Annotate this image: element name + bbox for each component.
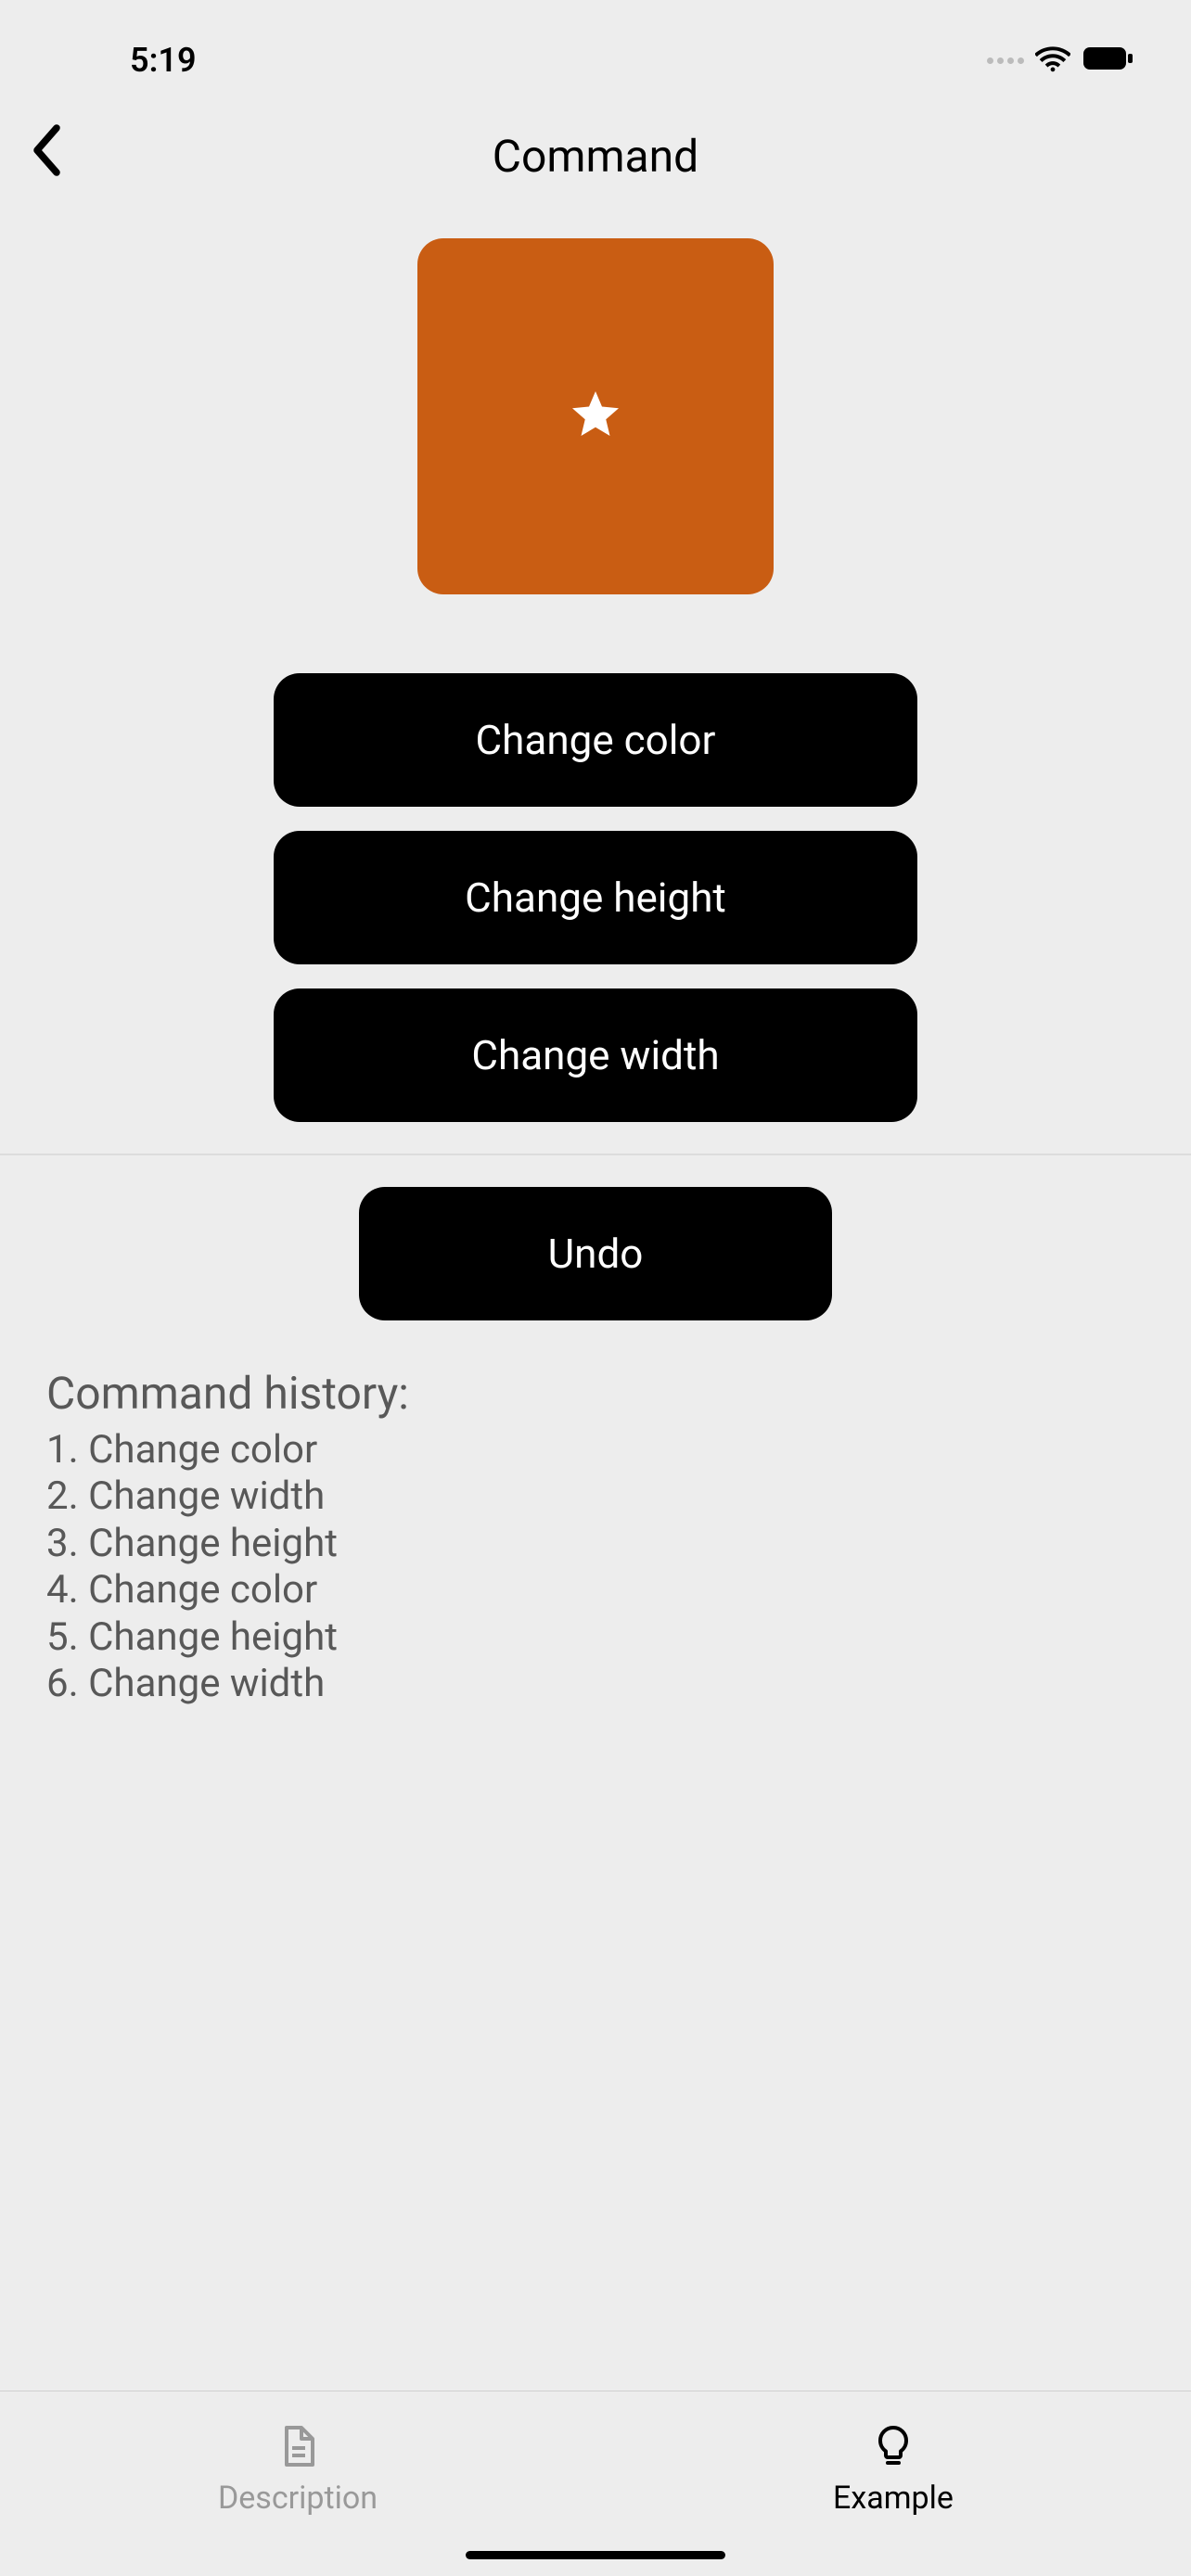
home-indicator[interactable] bbox=[466, 2551, 725, 2559]
battery-icon bbox=[1082, 45, 1135, 75]
history-item: 5. Change height bbox=[46, 1614, 1145, 1661]
tab-bar: Description Example bbox=[0, 2391, 1191, 2576]
back-button[interactable] bbox=[28, 122, 63, 182]
action-buttons: Change color Change height Change width bbox=[46, 673, 1145, 1122]
tab-label: Example bbox=[833, 2480, 954, 2517]
lightbulb-icon bbox=[871, 2424, 916, 2472]
tab-example[interactable]: Example bbox=[596, 2391, 1191, 2576]
chevron-left-icon bbox=[28, 122, 63, 178]
navigation-header: Command bbox=[0, 93, 1191, 210]
history-item: 6. Change width bbox=[46, 1661, 1145, 1707]
tab-description[interactable]: Description bbox=[0, 2391, 596, 2576]
wifi-icon bbox=[1035, 45, 1070, 76]
history-item: 3. Change height bbox=[46, 1521, 1145, 1567]
status-bar: 5:19 bbox=[0, 0, 1191, 93]
history-title: Command history: bbox=[46, 1367, 1145, 1420]
star-icon bbox=[568, 387, 623, 446]
status-indicators bbox=[987, 45, 1135, 76]
tab-label: Description bbox=[218, 2480, 378, 2517]
page-title: Command bbox=[493, 130, 699, 183]
main-content: Change color Change height Change width … bbox=[0, 238, 1191, 1707]
change-height-button[interactable]: Change height bbox=[274, 831, 917, 964]
history-item: 1. Change color bbox=[46, 1427, 1145, 1473]
undo-button[interactable]: Undo bbox=[359, 1187, 832, 1320]
change-width-button[interactable]: Change width bbox=[274, 988, 917, 1122]
document-icon bbox=[275, 2424, 320, 2472]
change-color-button[interactable]: Change color bbox=[274, 673, 917, 807]
cellular-dots-icon bbox=[987, 57, 1024, 64]
shape-box bbox=[417, 238, 774, 594]
history-item: 4. Change color bbox=[46, 1567, 1145, 1613]
undo-section: Undo bbox=[46, 1187, 1145, 1320]
history-list: 1. Change color 2. Change width 3. Chang… bbox=[46, 1427, 1145, 1707]
divider bbox=[0, 1154, 1191, 1155]
history-item: 2. Change width bbox=[46, 1473, 1145, 1520]
history-section: Command history: 1. Change color 2. Chan… bbox=[46, 1367, 1145, 1707]
status-time: 5:19 bbox=[130, 41, 197, 80]
shape-container bbox=[46, 238, 1145, 594]
